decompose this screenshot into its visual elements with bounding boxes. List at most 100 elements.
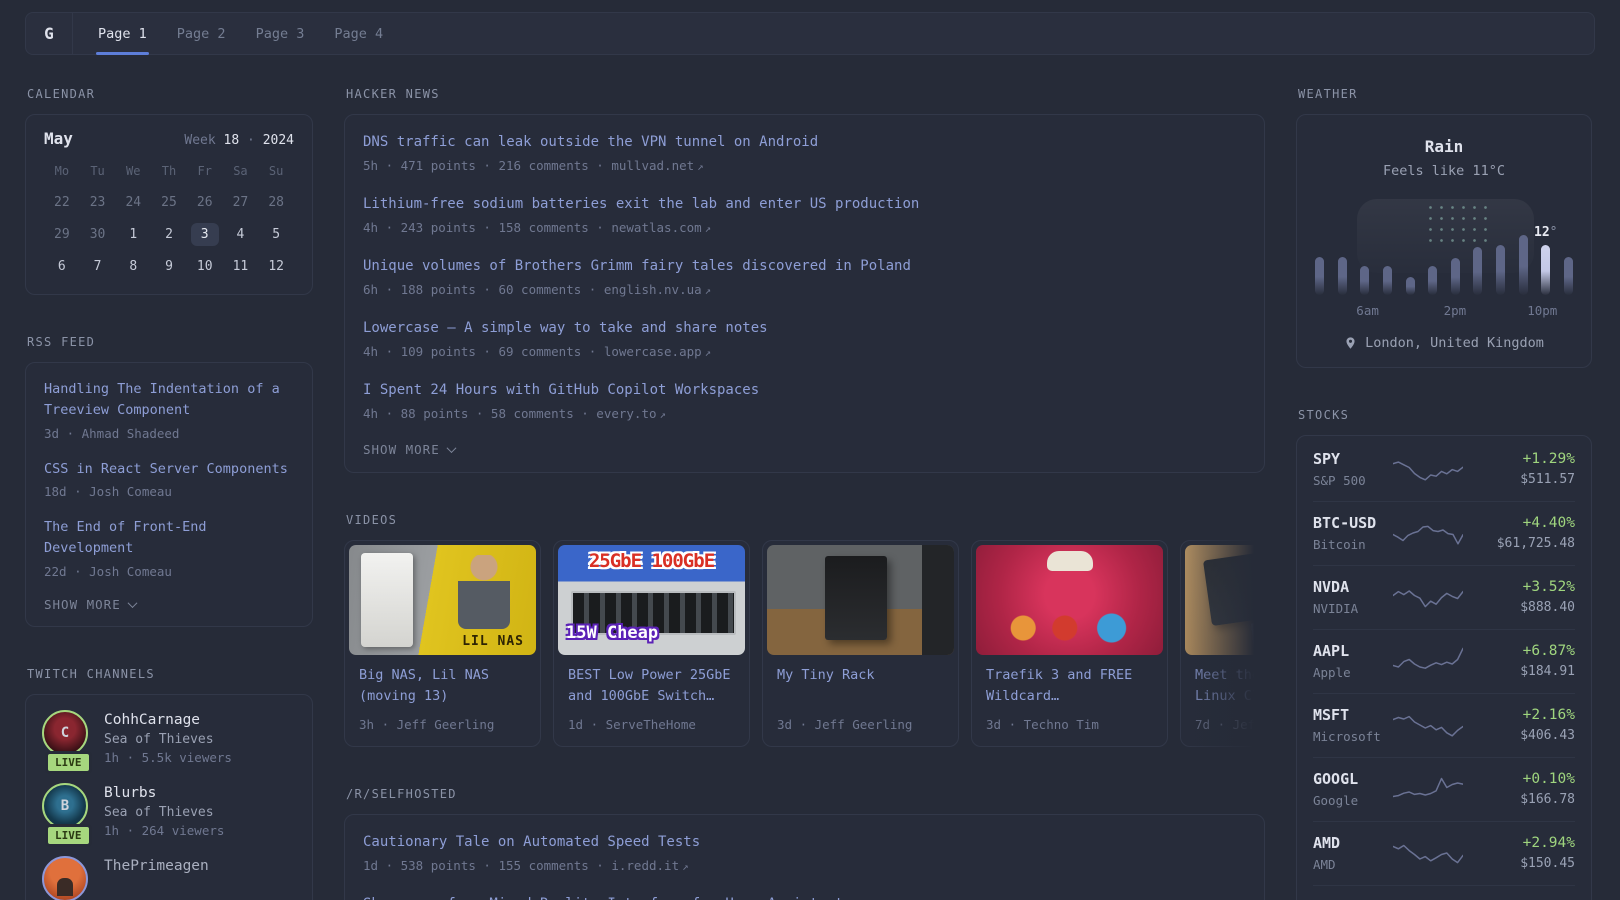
news-item: Lowercase – A simple way to take and sha… <box>363 318 1246 359</box>
stock-row[interactable]: AAPL Apple +6.87% $184.91 <box>1313 629 1575 693</box>
weather-bar <box>1315 257 1324 295</box>
rss-item-title[interactable]: The End of Front-End Development <box>44 517 294 560</box>
stock-info: AAPL Apple <box>1313 642 1381 680</box>
stock-row[interactable]: RDDT-1.65% <box>1313 885 1575 900</box>
news-source-link[interactable]: newatlas.com ↗ <box>611 220 711 235</box>
weather-bar-column <box>1405 277 1415 295</box>
chevron-down-icon <box>127 597 138 608</box>
calendar-day-header: Mo <box>54 164 70 178</box>
stock-row[interactable]: GOOGL Google +0.10% $166.78 <box>1313 757 1575 821</box>
weather-time-label: 6am <box>1356 303 1379 318</box>
news-item-title[interactable]: Unique volumes of Brothers Grimm fairy t… <box>363 256 1246 277</box>
video-card[interactable]: LIL NAS Big NAS, Lil NAS (moving 13) 3h · … <box>344 540 541 747</box>
twitch-channel-name: CohhCarnage <box>104 711 201 728</box>
video-title[interactable]: BEST Low Power 25GbE and 100GbE Switch… <box>568 665 735 708</box>
temperature-value: 12 <box>1534 225 1550 240</box>
video-thumbnail: LIL NAS <box>349 545 536 655</box>
rss-item: Handling The Indentation of a Treeview C… <box>44 379 294 441</box>
stock-change-percent: +2.94% <box>1522 835 1575 851</box>
news-source-link[interactable]: mullvad.net ↗ <box>611 158 703 173</box>
news-item-title[interactable]: Cautionary Tale on Automated Speed Tests <box>363 832 1246 853</box>
meta-separator: · <box>588 158 612 173</box>
external-link-icon: ↗ <box>704 285 711 297</box>
stock-price: $406.43 <box>1520 728 1575 743</box>
middle-column: HACKER NEWS DNS traffic can leak outside… <box>344 87 1265 900</box>
live-badge: LIVE <box>45 823 92 847</box>
weather-bar-column <box>1450 258 1460 295</box>
external-link-icon: ↗ <box>704 223 711 235</box>
twitch-avatar: B LIVE <box>42 782 92 847</box>
hacker-news-show-more-button[interactable]: SHOW MORE <box>363 442 1246 457</box>
thumbnail-text: FAST <box>1250 614 1265 653</box>
external-link-icon: ↗ <box>704 347 711 359</box>
calendar-header: May Week 18 · 2024 <box>44 129 294 148</box>
weather-bar-column <box>1541 245 1551 295</box>
news-item-title[interactable]: I Spent 24 Hours with GitHub Copilot Wor… <box>363 380 1246 401</box>
calendar-week-info: Week 18 · 2024 <box>184 133 294 148</box>
news-source-link[interactable]: i.redd.it ↗ <box>611 858 688 873</box>
stocks-card: SPY S&P 500 +1.29% $511.57 BTC-USD Bitcoin +4.… <box>1296 435 1592 900</box>
news-source-link[interactable]: english.nv.ua ↗ <box>604 282 711 297</box>
thumbnail-text-bottom: 15W Cheap <box>566 623 659 643</box>
twitch-stream-game: Sea of Thieves <box>104 804 214 820</box>
stock-row[interactable]: NVDA NVIDIA +3.52% $888.40 <box>1313 565 1575 629</box>
news-item-title[interactable]: Lithium-free sodium batteries exit the l… <box>363 194 1246 215</box>
news-item-title[interactable]: Lowercase – A simple way to take and sha… <box>363 318 1246 339</box>
video-title[interactable]: Meet the new King of Linux Clusters <box>1195 665 1265 708</box>
weather-bar <box>1405 277 1415 295</box>
calendar-day: 30 <box>89 227 106 242</box>
video-meta: 3d · Jeff Geerling <box>777 717 913 732</box>
calendar-day: 29 <box>54 227 70 242</box>
weather-temperature-label: 12° <box>1534 225 1557 240</box>
video-thumbnail: 25GbE 100GbE 15W Cheap <box>558 545 745 655</box>
rss-item-title[interactable]: Handling The Indentation of a Treeview C… <box>44 379 294 422</box>
stock-row[interactable]: BTC-USD Bitcoin +4.40% $61,725.48 <box>1313 501 1575 565</box>
hacker-news-card: DNS traffic can leak outside the VPN tun… <box>344 114 1265 473</box>
news-meta-text: 4h · 88 points · 58 comments <box>363 406 574 421</box>
calendar-grid: Mo Tu We Th Fr Sa Su 22 23 24 25 26 27 28 29 30 1 2 3 4 5 6 7 8… <box>44 160 294 280</box>
rss-item-list: Handling The Indentation of a Treeview C… <box>44 379 294 579</box>
video-card[interactable]: 25GbE 100GbE 15W Cheap BEST Low Power 25Gb… <box>553 540 750 747</box>
twitch-channel-row[interactable]: ThePrimeagen <box>42 855 296 900</box>
stock-sparkline <box>1391 580 1465 614</box>
thumbnail-badge: LIL NAS <box>462 634 524 649</box>
video-title[interactable]: Big NAS, Lil NAS (moving 13) <box>359 665 526 708</box>
video-card[interactable]: My Tiny Rack 3d · Jeff Geerling <box>762 540 959 747</box>
news-item-title[interactable]: DNS traffic can leak outside the VPN tun… <box>363 132 1246 153</box>
news-meta-text: 6h · 188 points · 60 comments <box>363 282 582 297</box>
news-item-title[interactable]: Showcase of my Mixed Reality Interface f… <box>363 894 1246 900</box>
weather-bar-column <box>1563 257 1573 295</box>
twitch-channel-row[interactable]: C LIVE CohhCarnage Sea of Thieves 1h · 5.5k … <box>42 709 296 774</box>
stock-change-percent: +6.87% <box>1522 643 1575 659</box>
video-meta: 7d · Jeff Geerling <box>1195 717 1265 732</box>
twitch-avatar: C LIVE <box>42 709 92 774</box>
rss-item: The End of Front-End Development 22d · Jo… <box>44 517 294 579</box>
stock-row[interactable]: MSFT Microsoft +2.16% $406.43 <box>1313 693 1575 757</box>
calendar-widget: CALENDAR May Week 18 · 2024 Mo Tu We Th Fr Sa… <box>25 87 313 295</box>
twitch-channel-info: ThePrimeagen <box>104 856 209 900</box>
tab-page-3[interactable]: Page 3 <box>241 13 320 54</box>
tab-page-2[interactable]: Page 2 <box>162 13 241 54</box>
stock-price: $61,725.48 <box>1496 536 1575 551</box>
video-title[interactable]: Traefik 3 and FREE Wildcard… <box>986 665 1153 708</box>
news-source-link[interactable]: lowercase.app ↗ <box>604 344 711 359</box>
stock-row[interactable]: AMD AMD +2.94% $150.45 <box>1313 821 1575 885</box>
twitch-channel-row[interactable]: B LIVE Blurbs Sea of Thieves 1h · 264 viewer… <box>42 782 296 847</box>
tab-page-4[interactable]: Page 4 <box>319 13 398 54</box>
video-card[interactable]: Traefik 3 and FREE Wildcard… 3d · Techno … <box>971 540 1168 747</box>
rss-show-more-button[interactable]: SHOW MORE <box>44 597 294 612</box>
stock-row[interactable]: SPY S&P 500 +1.29% $511.57 <box>1313 438 1575 501</box>
video-title[interactable]: My Tiny Rack <box>777 665 944 708</box>
stock-info: GOOGL Google <box>1313 770 1381 808</box>
stock-sparkline <box>1391 772 1465 806</box>
rss-item-title[interactable]: CSS in React Server Components <box>44 459 294 480</box>
stock-price: $150.45 <box>1520 856 1575 871</box>
avatar-cohh-image: C <box>42 709 88 756</box>
app-logo[interactable]: G <box>26 13 73 54</box>
weather-hourly-chart: 12° <box>1315 199 1573 295</box>
tab-page-1[interactable]: Page 1 <box>83 13 162 55</box>
news-source-link[interactable]: every.to ↗ <box>596 406 666 421</box>
weather-location: London, United Kingdom <box>1365 335 1544 351</box>
video-card[interactable]: FAST Meet the new King of Linux Clusters 7… <box>1180 540 1265 747</box>
calendar-day: 2 <box>165 227 173 242</box>
